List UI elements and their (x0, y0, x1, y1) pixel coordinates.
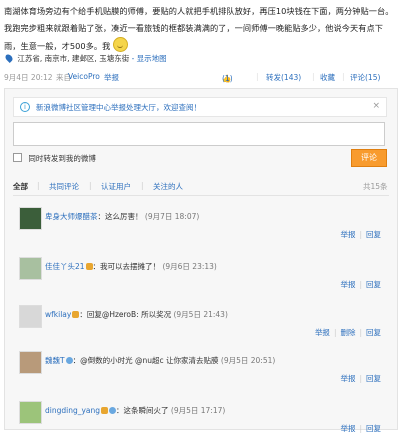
comment-author[interactable]: 卑身大师爆醋茶 (45, 212, 98, 221)
location-row: 江苏省, 南京市, 建邺区, 玉塘东街 - 显示地图 (4, 53, 167, 67)
show-map-link[interactable]: - 显示地图 (132, 54, 167, 63)
medal-icon (65, 357, 73, 364)
comment-time: (9月5日 20:51) (220, 356, 276, 365)
tab-all[interactable]: 全部 (13, 181, 28, 192)
notice-bar: i 新浪微博社区管理中心举报处理大厅，欢迎查阅！ × (13, 97, 387, 117)
favorite-link[interactable]: 收藏 (320, 72, 335, 83)
comment-text: 卑身大师爆醋茶：这么厉害！ (9月7日 18:07) (45, 212, 200, 221)
comment-panel: i 新浪微博社区管理中心举报处理大厅，欢迎查阅！ × 同时转发到我的微博 评论 … (4, 88, 398, 433)
post-meta: 9月4日 20:12 来自 VeicoPro 举报 👍 (1) | 转发(143)… (4, 72, 381, 83)
comment-actions: 举报 | 回复 (340, 230, 381, 239)
comment-text: dingding_yang ：这条瞬间火了 (9月5日 17:17) (45, 406, 226, 415)
tab-verified[interactable]: 认证用户 (101, 181, 131, 192)
comment-author[interactable]: dingding_yang (45, 406, 100, 415)
comment-time: (9月5日 21:43) (173, 310, 228, 319)
comment-link[interactable]: 评论(15) (350, 72, 380, 83)
comment-author[interactable]: wfkilay (45, 310, 71, 319)
comment-input[interactable] (13, 122, 385, 146)
comment-item: dingding_yang ：这条瞬间火了 (9月5日 17:17) 举报 | 回复 (13, 401, 389, 447)
divider (13, 195, 389, 196)
avatar[interactable] (19, 401, 42, 424)
avatar[interactable] (19, 305, 42, 328)
location-text: 江苏省, 南京市, 建邺区, 玉塘东街 (17, 54, 130, 63)
comment-author[interactable]: 佳佳丫头21 (45, 262, 85, 271)
comment-item: wfkilay ：回复@HzeroB: 所以奖况 (9月5日 21:43) 举报 |… (13, 305, 389, 351)
tab-mutual[interactable]: 共同评论 (49, 181, 79, 192)
forward-checkbox-row[interactable]: 同时转发到我的微博 (13, 153, 96, 164)
comment-text: 佳佳丫头21 ：我可以去摆摊了！ (9月6日 23:13) (45, 262, 217, 271)
comment-actions: 举报 | 删除 | 回复 (314, 328, 381, 337)
vip-icon (109, 407, 117, 414)
comment-actions: 举报 | 回复 (340, 424, 381, 433)
reply-link[interactable]: 回复 (366, 328, 381, 337)
post-time[interactable]: 9月4日 20:12 (4, 72, 53, 83)
report-link[interactable]: 举报 (340, 230, 355, 239)
smile-emoji-icon (113, 37, 129, 52)
submit-comment-button[interactable]: 评论 (351, 149, 387, 167)
post-text: 南湖体育场旁边有个给手机贴膜的师傅，要贴的人就把手机排队放好，再压10块钱在下面… (4, 3, 396, 55)
forward-link[interactable]: 转发(143) (266, 72, 301, 83)
comment-item: 魏魏T ：@倒数的小时光 @nu超c 让你家清去贴膜 (9月5日 20:51) 举… (13, 351, 389, 397)
comment-item: 佳佳丫头21 ：我可以去摆摊了！ (9月6日 23:13) 举报 | 回复 (13, 257, 389, 303)
medal-icon (101, 407, 109, 414)
comment-text: 魏魏T ：@倒数的小时光 @nu超c 让你家清去贴膜 (9月5日 20:51) (45, 356, 276, 365)
comment-item: 卑身大师爆醋茶：这么厉害！ (9月7日 18:07) 举报 | 回复 (13, 207, 389, 253)
medal-icon (85, 263, 93, 270)
reply-link[interactable]: 回复 (366, 374, 381, 383)
reply-link[interactable]: 回复 (366, 280, 381, 289)
forward-checkbox-label: 同时转发到我的微博 (28, 154, 96, 163)
avatar[interactable] (19, 207, 42, 230)
comment-total: 共15条 (363, 182, 388, 191)
avatar[interactable] (19, 351, 42, 374)
notice-text[interactable]: 新浪微博社区管理中心举报处理大厅，欢迎查阅！ (36, 102, 201, 113)
reply-link[interactable]: 回复 (366, 424, 381, 433)
map-pin-icon (4, 53, 14, 63)
reply-link[interactable]: 回复 (366, 230, 381, 239)
report-link[interactable]: 举报 (315, 328, 330, 337)
post-body: 南湖体育场旁边有个给手机贴膜的师傅，要贴的人就把手机排队放好，再压10块钱在下面… (4, 6, 394, 51)
source-link[interactable]: VeicoPro (68, 72, 100, 81)
close-icon[interactable]: × (372, 101, 380, 111)
info-icon: i (20, 102, 30, 112)
comment-text: wfkilay ：回复@HzeroB: 所以奖况 (9月5日 21:43) (45, 310, 228, 319)
tab-following[interactable]: 关注的人 (153, 181, 183, 192)
forward-checkbox[interactable] (13, 153, 22, 162)
comment-time: (9月5日 17:17) (170, 406, 226, 415)
comment-time: (9月6日 23:13) (162, 262, 217, 271)
report-link[interactable]: 举报 (340, 424, 355, 433)
delete-link[interactable]: 删除 (340, 328, 355, 337)
report-link[interactable]: 举报 (340, 374, 355, 383)
comment-author[interactable]: 魏魏T (45, 356, 65, 365)
comment-actions: 举报 | 回复 (340, 280, 381, 289)
comment-time: (9月7日 18:07) (144, 212, 200, 221)
avatar[interactable] (19, 257, 42, 280)
report-link[interactable]: 举报 (340, 280, 355, 289)
report-post-link[interactable]: 举报 (104, 72, 119, 83)
comment-actions: 举报 | 回复 (340, 374, 381, 383)
